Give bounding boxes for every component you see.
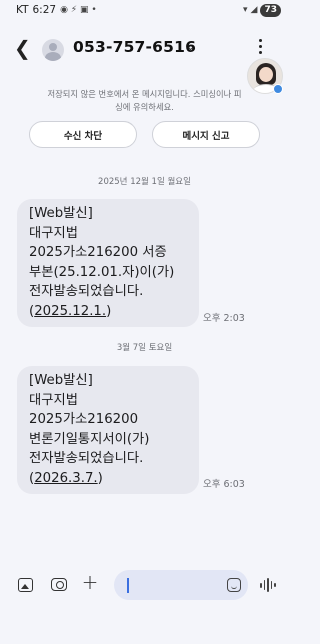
unknown-sender-notice: 저장되지 않은 번호에서 온 메시지입니다. 스미싱이나 피싱에 유의하세요. xyxy=(47,89,242,112)
status-bar: KT 6:27 ◉ ⚡ ▣ • ▾ ◢ 73 xyxy=(0,0,289,20)
clock: 6:27 xyxy=(32,4,57,16)
emoji-sticker-icon[interactable] xyxy=(227,578,241,592)
voice-input-icon[interactable] xyxy=(260,578,276,592)
contact-phone-number[interactable]: 053-757-6516 xyxy=(73,38,196,56)
add-attachment-icon[interactable]: + xyxy=(81,570,99,594)
back-arrow-icon[interactable]: ❮ xyxy=(14,36,31,60)
notification-icons: ◉ ⚡ ▣ • xyxy=(60,5,97,15)
text-cursor xyxy=(127,578,129,593)
message-line: 대구지법 xyxy=(29,392,78,408)
message-line: [Web발신] xyxy=(29,206,93,221)
message-time: 오후 6:03 xyxy=(203,479,245,490)
block-button[interactable]: 수신 차단 xyxy=(29,121,137,148)
date-separator: 2025년 12월 1일 월요일 xyxy=(98,177,191,187)
message-bubble[interactable]: [Web발신] 대구지법 2025가소216200 서증 부본(25.12.01… xyxy=(17,199,199,327)
message-line: 2025가소216200 xyxy=(29,412,139,427)
message-line: 전자발송되었습니다. xyxy=(29,284,144,299)
message-line: 2025가소216200 서증 xyxy=(29,245,167,260)
conversation-header: ❮ 053-757-6516 ⌄ xyxy=(0,34,289,64)
contact-avatar[interactable] xyxy=(42,39,64,61)
message-time: 오후 2:03 xyxy=(203,313,245,324)
date-link[interactable]: 2025.12.1. xyxy=(34,304,106,319)
message-line: 전자발송되었습니다. xyxy=(29,451,144,466)
message-input[interactable] xyxy=(114,570,248,600)
more-options-icon[interactable] xyxy=(255,36,265,56)
date-separator: 3월 7일 토요일 xyxy=(116,343,173,353)
camera-icon[interactable] xyxy=(51,578,67,591)
message-line: [Web발신] xyxy=(29,373,93,388)
message-composer: + xyxy=(0,570,289,602)
battery-indicator: 73 xyxy=(260,3,281,17)
message-line: 변론기일통지서이(가) xyxy=(29,431,150,447)
signal-icon: ◢ xyxy=(250,5,258,15)
carrier-label: KT xyxy=(16,4,29,16)
date-link[interactable]: 2026.3.7. xyxy=(34,471,97,486)
chevron-down-icon[interactable]: ⌄ xyxy=(186,40,195,53)
message-line: 부본(25.12.01.자)이(가) xyxy=(29,264,175,280)
gallery-icon[interactable] xyxy=(18,578,33,592)
wifi-icon: ▾ xyxy=(243,5,248,15)
message-line: 대구지법 xyxy=(29,225,78,241)
system-navigation-bar xyxy=(0,620,289,644)
message-bubble[interactable]: [Web발신] 대구지법 2025가소216200 변론기일통지서이(가) 전자… xyxy=(17,366,199,494)
report-message-button[interactable]: 메시지 신고 xyxy=(152,121,260,148)
